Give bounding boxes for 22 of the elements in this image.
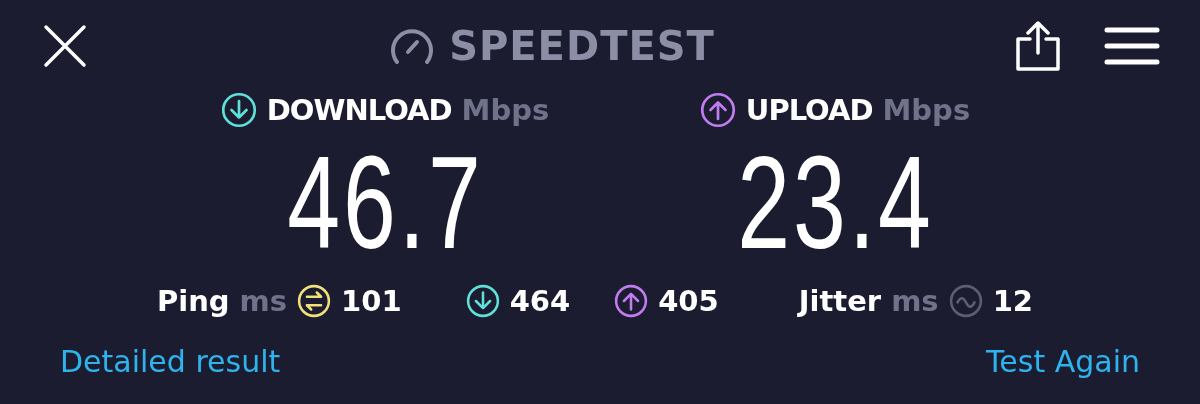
wave-icon — [948, 284, 983, 318]
stat-value: 12 — [992, 284, 1033, 318]
unit-label: ms — [891, 284, 939, 318]
stat-value: 405 — [658, 284, 719, 318]
stat-label: Jitter — [798, 284, 882, 318]
unit-label: Mbps — [461, 93, 550, 127]
stat-value: 101 — [341, 284, 402, 318]
speed-label: UPLOAD — [745, 93, 873, 127]
menu-button[interactable] — [1104, 26, 1160, 66]
speed-value: 46.7 — [286, 128, 484, 278]
share-button[interactable] — [1014, 21, 1062, 71]
swap-arrows-icon — [297, 284, 332, 318]
unit-label: Mbps — [882, 93, 971, 127]
result-link[interactable]: Test Again — [986, 344, 1140, 379]
gauge-icon — [389, 26, 436, 66]
result-link[interactable]: Detailed result — [60, 344, 281, 379]
unit-label: ms — [239, 284, 288, 318]
stat-value: 464 — [509, 284, 571, 318]
speed-label: DOWNLOAD — [266, 93, 452, 127]
speed-value: 23.4 — [736, 128, 934, 278]
stat-label: Ping — [157, 284, 230, 318]
app-title: SPEEDTEST — [449, 23, 715, 69]
